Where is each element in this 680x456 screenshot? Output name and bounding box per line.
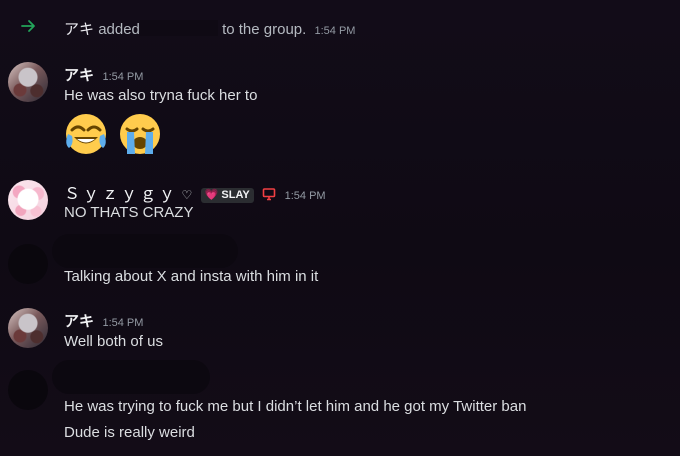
guild-tag-label: SLAY [221,189,250,201]
redacted-username [52,360,210,394]
username-suffix: ♡ [181,188,193,202]
message-group: Ｓｙｚｙｇｙ ♡ 💗 SLAY 1:54 PM NO THATS CRAZY [0,178,680,226]
message-group: アキ 1:54 PM He was also tryna fuck her to [0,60,680,160]
username[interactable]: Ｓｙｚｙｇｙ [64,186,178,203]
message-text: He was also tryna fuck her to [64,87,258,104]
avatar[interactable] [8,370,48,410]
timestamp: 1:54 PM [284,190,326,202]
avatar[interactable] [8,244,48,284]
message-header: アキ 1:54 PM [64,310,143,331]
avatar[interactable] [8,308,48,348]
redacted-name [139,20,218,36]
message-text: NO THATS CRAZY [64,204,194,221]
desktop-icon [262,188,276,201]
system-message: アキ added to the group. 1:54 PM [0,12,680,44]
message-text: Talking about X and insta with him in it [64,268,319,285]
system-actor-name[interactable]: アキ [64,21,94,38]
system-message-text: アキ added to the group. 1:54 PM [64,18,355,39]
guild-tag-badge[interactable]: 💗 SLAY [200,188,254,203]
timestamp: 1:54 PM [102,317,144,329]
message-text: Dude is really weird [64,424,195,441]
message-group: Talking about X and insta with him in it [0,234,680,294]
emoji-row [62,110,166,163]
system-action: added [98,21,140,38]
avatar[interactable] [8,62,48,102]
avatar[interactable] [8,180,48,220]
tears-of-joy-emoji-icon [66,114,106,154]
chat-messages: アキ added to the group. 1:54 PM アキ 1:54 P… [0,0,680,456]
timestamp: 1:54 PM [102,71,144,83]
username[interactable]: アキ [64,313,94,330]
message-text: Well both of us [64,333,163,350]
message-group: アキ 1:54 PM Well both of us [0,306,680,352]
message-group: He was trying to fuck me but I didn’t le… [0,358,680,452]
redacted-username [52,234,238,268]
timestamp: 1:54 PM [314,25,356,37]
username[interactable]: アキ [64,67,94,84]
message-header: アキ 1:54 PM [64,64,143,85]
message-text: He was trying to fuck me but I didn’t le… [64,398,527,415]
message-header: Ｓｙｚｙｇｙ ♡ 💗 SLAY 1:54 PM [64,180,326,204]
join-arrow-icon [21,20,35,32]
heart-icon: 💗 [204,189,219,201]
loudly-crying-emoji-icon [120,114,161,154]
system-target-suffix: to the group. [222,21,307,38]
